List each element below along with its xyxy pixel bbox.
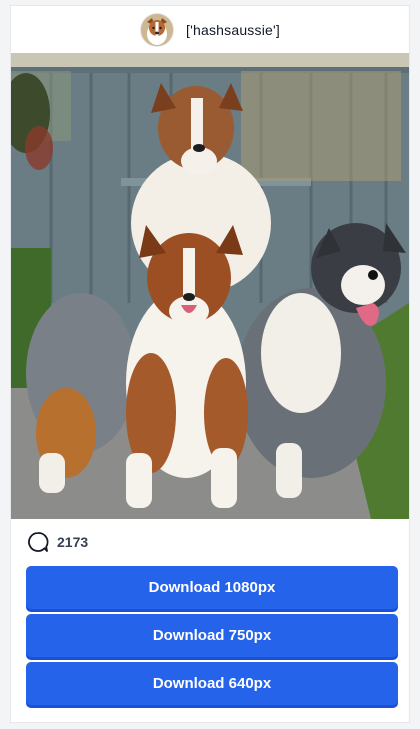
comment-bubble-icon[interactable] — [27, 531, 49, 553]
dog-avatar[interactable] — [140, 12, 175, 47]
comment-count: 2173 — [57, 534, 89, 550]
download-640-button[interactable]: Download 640px — [26, 662, 398, 705]
post-header: ['hashsaussie'] — [11, 6, 409, 53]
download-1080-button[interactable]: Download 1080px — [26, 566, 398, 609]
dog-avatar-icon — [141, 13, 174, 46]
post-photo[interactable] — [11, 53, 409, 519]
download-750-button[interactable]: Download 750px — [26, 614, 398, 657]
post-card: ['hashsaussie'] 2173 Download 1080px Dow… — [10, 5, 410, 723]
post-stats: 2173 — [27, 530, 88, 554]
username[interactable]: ['hashsaussie'] — [186, 22, 280, 38]
dogs-photo-image — [11, 53, 409, 519]
